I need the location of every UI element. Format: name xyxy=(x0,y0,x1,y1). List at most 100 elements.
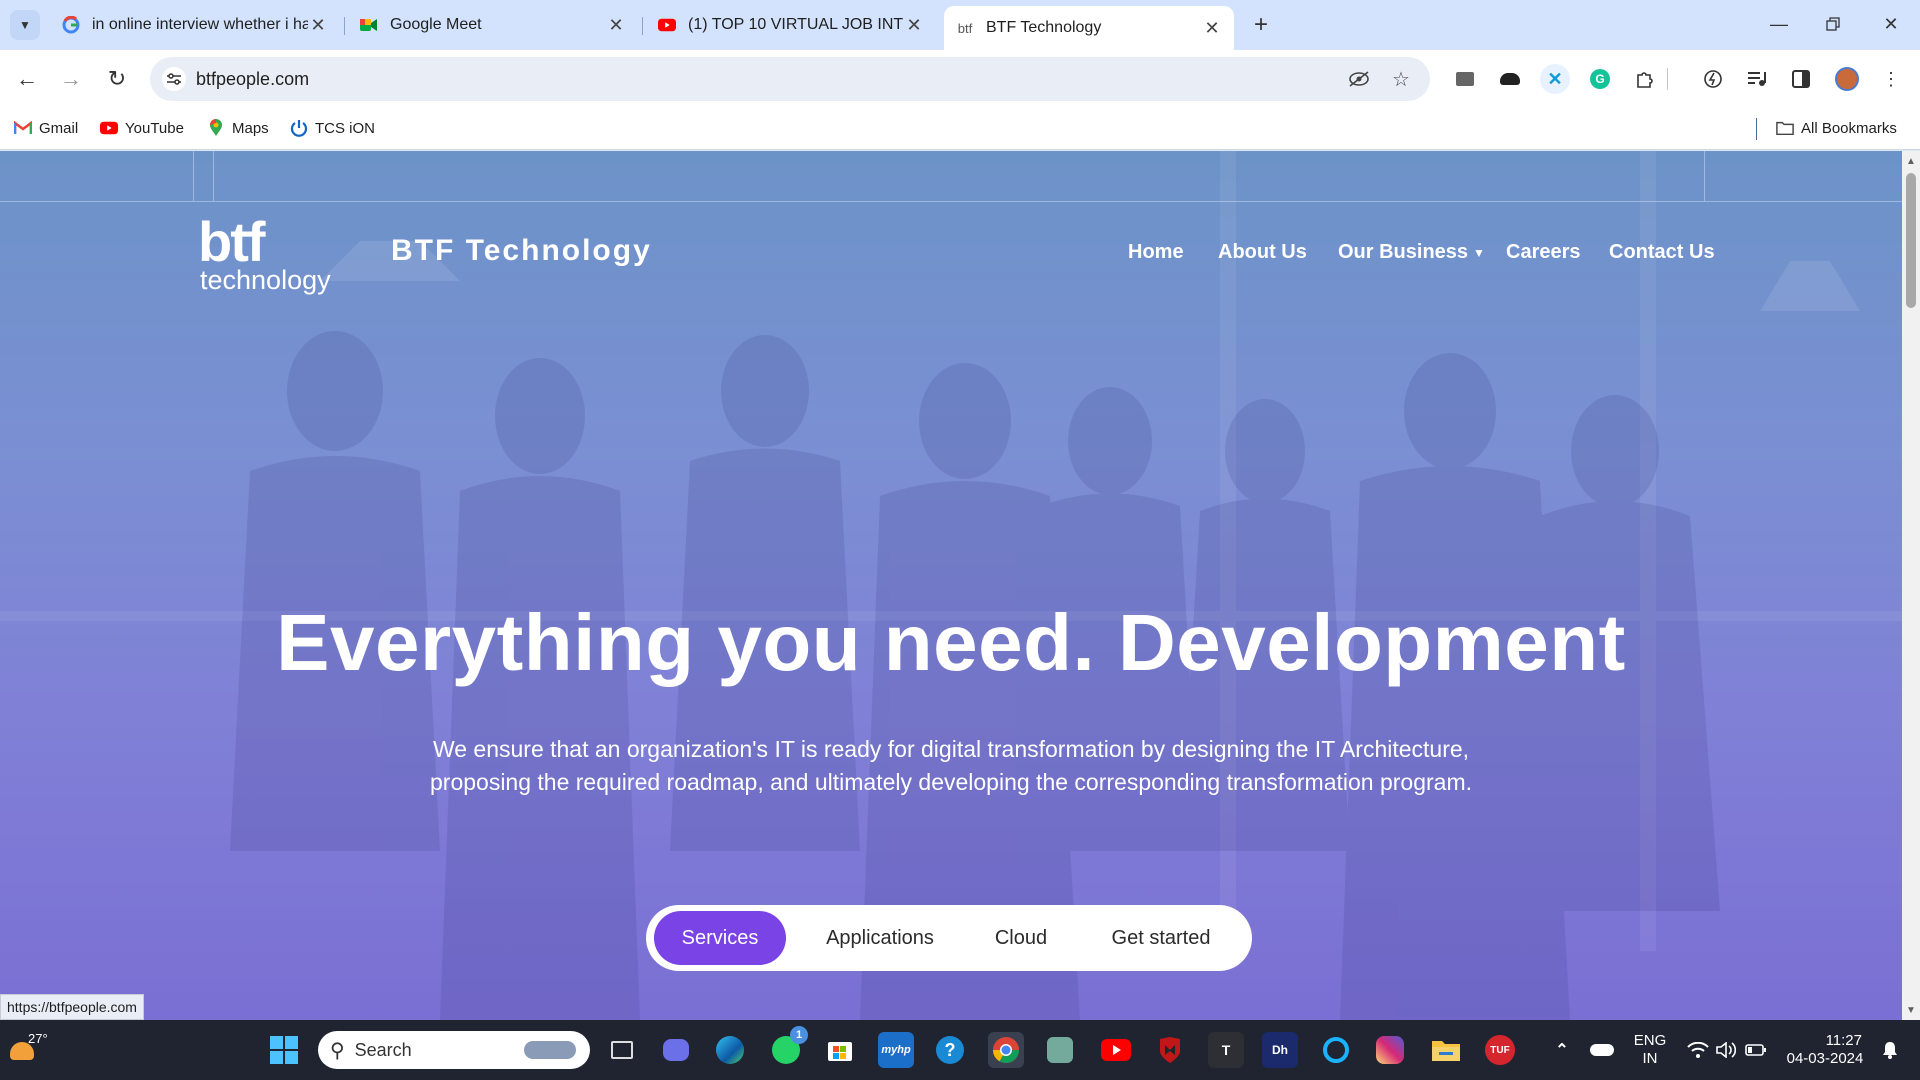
extension-spy-icon[interactable] xyxy=(1495,64,1525,94)
profile-avatar[interactable] xyxy=(1832,64,1862,94)
tab-google-search[interactable]: in online interview whether i ha ✕ xyxy=(50,8,340,42)
bookmark-youtube[interactable]: YouTube xyxy=(100,116,184,140)
site-logo[interactable]: btf technology xyxy=(198,214,348,295)
scroll-down-icon[interactable]: ▼ xyxy=(1902,1002,1920,1018)
eye-off-icon[interactable] xyxy=(1346,67,1372,91)
start-button[interactable] xyxy=(266,1032,302,1068)
dh-app-icon[interactable]: Dh xyxy=(1262,1032,1298,1068)
nav-contact-us[interactable]: Contact Us xyxy=(1609,241,1715,264)
instagram-icon[interactable] xyxy=(1372,1032,1408,1068)
url-text[interactable]: btfpeople.com xyxy=(196,69,309,90)
cortana-icon[interactable] xyxy=(1318,1032,1354,1068)
reload-icon: ↻ xyxy=(107,66,127,91)
minimize-icon: — xyxy=(1770,13,1788,34)
close-icon[interactable]: ✕ xyxy=(1202,18,1222,39)
tab-cloud[interactable]: Cloud xyxy=(966,911,1076,965)
tab-strip: ▼ in online interview whether i ha ✕ Goo… xyxy=(0,0,1920,50)
close-icon[interactable]: ✕ xyxy=(904,15,924,36)
edge-icon[interactable] xyxy=(712,1032,748,1068)
taskbar-search[interactable]: ⚲ Search xyxy=(318,1031,590,1069)
back-button[interactable]: ← xyxy=(12,64,42,94)
all-bookmarks-button[interactable]: All Bookmarks xyxy=(1776,116,1897,140)
close-icon: ✕ xyxy=(1883,13,1899,34)
myhp-icon[interactable]: myhp xyxy=(878,1032,914,1068)
close-window-button[interactable]: ✕ xyxy=(1868,8,1914,40)
hero-title: Everything you need. Development xyxy=(276,598,1626,687)
bookmark-label: YouTube xyxy=(125,119,184,137)
side-panel-icon[interactable] xyxy=(1786,64,1816,94)
tab-title: Google Meet xyxy=(390,16,482,33)
power-icon xyxy=(290,120,308,137)
address-bar[interactable]: btfpeople.com ☆ xyxy=(150,57,1430,101)
language-indicator[interactable]: ENG IN xyxy=(1630,1032,1670,1068)
bookmark-gmail[interactable]: Gmail xyxy=(14,116,78,140)
notification-bell-icon[interactable] xyxy=(1872,1032,1908,1068)
bookmark-tcs-ion[interactable]: TCS iON xyxy=(290,116,375,140)
chatgpt-icon[interactable] xyxy=(1042,1032,1078,1068)
tab-title: BTF Technology xyxy=(986,19,1102,36)
minimize-button[interactable]: — xyxy=(1756,8,1802,40)
close-icon[interactable]: ✕ xyxy=(308,15,328,36)
youtube-icon[interactable] xyxy=(1098,1032,1134,1068)
file-explorer-icon[interactable] xyxy=(1428,1032,1464,1068)
close-icon[interactable]: ✕ xyxy=(606,15,626,36)
nav-our-business[interactable]: Our Business ▼ xyxy=(1338,241,1485,264)
page-scrollbar[interactable]: ▲ ▼ xyxy=(1902,151,1920,1020)
tab-get-started[interactable]: Get started xyxy=(1086,911,1236,965)
arrow-left-icon: ← xyxy=(16,66,38,91)
restore-icon xyxy=(1826,17,1840,31)
kebab-menu-icon[interactable]: ⋮ xyxy=(1876,64,1906,94)
weather-widget[interactable]: 27° xyxy=(10,1030,50,1070)
microsoft-store-icon[interactable] xyxy=(822,1032,858,1068)
tab-separator xyxy=(344,17,345,35)
reload-button[interactable]: ↻ xyxy=(102,64,132,94)
bookmarks-divider xyxy=(1756,118,1757,140)
mcafee-icon[interactable] xyxy=(1152,1032,1188,1068)
header-top-border xyxy=(0,201,1902,202)
chrome-icon[interactable] xyxy=(988,1032,1024,1068)
restore-button[interactable] xyxy=(1810,8,1856,40)
nav-home[interactable]: Home xyxy=(1128,241,1184,264)
tab-google-meet[interactable]: Google Meet ✕ xyxy=(348,8,638,42)
help-icon[interactable]: ? xyxy=(932,1032,968,1068)
tab-search-button[interactable]: ▼ xyxy=(10,10,40,40)
forward-button[interactable]: → xyxy=(56,64,86,94)
tab-services[interactable]: Services xyxy=(654,911,786,965)
clock[interactable]: 11:27 04-03-2024 xyxy=(1780,1032,1870,1068)
scroll-thumb[interactable] xyxy=(1906,173,1916,308)
puzzle-icon[interactable] xyxy=(1630,64,1660,94)
tab-title: in online interview whether i ha xyxy=(92,16,308,33)
new-tab-button[interactable]: + xyxy=(1246,10,1276,40)
chevron-down-icon: ▼ xyxy=(19,18,31,32)
task-view-icon[interactable] xyxy=(604,1032,640,1068)
grammarly-icon[interactable]: G xyxy=(1585,64,1615,94)
google-meet-icon xyxy=(360,16,378,34)
battery-icon[interactable] xyxy=(1738,1032,1774,1068)
tuf-icon[interactable]: TUF xyxy=(1482,1032,1518,1068)
toolbar-divider xyxy=(1665,64,1669,94)
nav-about-us[interactable]: About Us xyxy=(1218,241,1307,264)
language-code: ENG xyxy=(1633,1032,1667,1049)
scroll-up-icon[interactable]: ▲ xyxy=(1902,153,1920,169)
whatsapp-icon[interactable]: 1 xyxy=(768,1026,808,1068)
extension-screen-icon[interactable] xyxy=(1450,64,1480,94)
onedrive-icon[interactable] xyxy=(1584,1032,1620,1068)
performance-icon[interactable] xyxy=(1698,64,1728,94)
star-icon[interactable]: ☆ xyxy=(1388,67,1414,91)
chat-icon[interactable] xyxy=(658,1032,694,1068)
tab-btf-technology[interactable]: btf BTF Technology ✕ xyxy=(944,6,1234,50)
site-info-icon[interactable] xyxy=(162,67,186,91)
tab-youtube-video[interactable]: (1) TOP 10 VIRTUAL JOB INTERV ✕ xyxy=(646,8,936,42)
extension-scissors-icon[interactable]: ✕ xyxy=(1540,64,1570,94)
hero-tab-group: Services Applications Cloud Get started xyxy=(646,905,1252,971)
media-control-icon[interactable] xyxy=(1742,64,1772,94)
t-app-icon[interactable]: T xyxy=(1208,1032,1244,1068)
site-brand-name[interactable]: BTF Technology xyxy=(391,234,652,268)
chevron-up-icon[interactable]: ⌃ xyxy=(1544,1032,1580,1068)
nav-careers[interactable]: Careers xyxy=(1506,241,1581,264)
header-divider xyxy=(1704,151,1705,201)
bookmark-maps[interactable]: Maps xyxy=(207,116,269,140)
header-divider xyxy=(213,151,214,201)
google-icon xyxy=(62,16,80,34)
tab-applications[interactable]: Applications xyxy=(806,911,954,965)
